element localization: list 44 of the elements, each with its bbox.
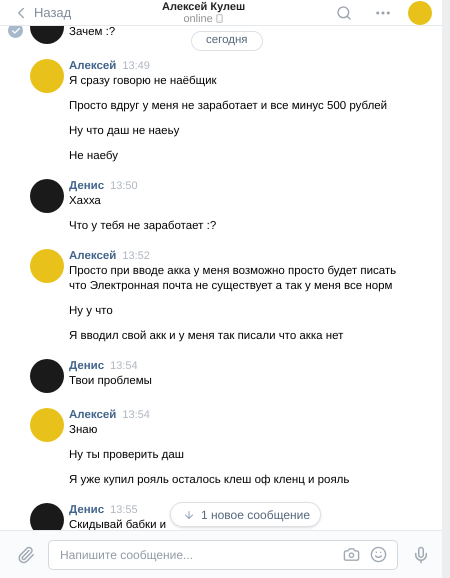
back-link[interactable]: Назад	[34, 2, 72, 22]
message-text: Ну у что	[69, 304, 114, 319]
message-text: Скидывай бабки и	[69, 518, 166, 530]
new-messages-button[interactable]: 1 новое сообщение	[170, 502, 322, 527]
avatar-photo[interactable]	[30, 179, 64, 213]
message-text: Знаю	[69, 423, 98, 438]
message-time: 13:50	[110, 179, 138, 194]
date-pill: сегодня	[191, 31, 263, 51]
message-text: Твои проблемы	[69, 374, 152, 389]
chat-title: Алексей Кулеш	[162, 0, 246, 12]
message-text: Что у тебя не заработает :?	[69, 219, 216, 234]
message-text: Просто при вводе акка у меня возможно просто будет писать что Электронная почта не существует а так у меня все норм	[69, 264, 397, 294]
message-time: 13:54	[110, 359, 138, 374]
message-input-field[interactable]: Напишите сообщение...	[48, 540, 398, 570]
author-name[interactable]: Алексей	[69, 59, 116, 74]
message-text: Хахха	[69, 194, 102, 209]
author-name[interactable]: Алексей	[69, 408, 116, 423]
author-name[interactable]: Денис	[69, 503, 104, 518]
avatar-photo[interactable]	[30, 359, 64, 393]
message-text: Я сразу говорю не наёбщик	[69, 74, 218, 89]
message-text: Не наебу	[69, 149, 119, 164]
down-arrow-icon	[183, 508, 195, 520]
search-icon[interactable]	[336, 4, 352, 20]
paperclip-icon[interactable]	[17, 546, 35, 564]
smile-icon[interactable]	[370, 546, 387, 562]
message-text: Просто вдруг у меня не заработает и все минус 500 рублей	[69, 99, 388, 114]
online-status: online	[183, 12, 213, 24]
message-time: 13:52	[122, 249, 150, 264]
avatar-photo[interactable]	[30, 503, 64, 530]
message-text: Я уже купил рояль осталось клеш оф кленц и рояль	[69, 473, 350, 488]
author-name[interactable]: Денис	[69, 179, 104, 194]
selected-check-icon[interactable]	[8, 26, 23, 38]
message-time: 13:49	[122, 59, 150, 74]
message-time: 13:54	[122, 408, 150, 423]
message-text: Зачем :?	[69, 26, 116, 40]
message-time: 13:55	[110, 503, 138, 518]
author-name[interactable]: Алексей	[69, 249, 116, 264]
microphone-icon[interactable]	[412, 546, 430, 564]
camera-icon[interactable]	[343, 546, 360, 562]
message-text: Я вводил свой акк и у меня так писали что акка нет	[69, 329, 344, 344]
message-text: Ну что даш не наеьу	[69, 124, 180, 139]
author-name[interactable]: Денис	[69, 359, 104, 374]
phone-icon	[214, 14, 224, 23]
message-text: Ну ты проверить даш	[69, 448, 185, 463]
